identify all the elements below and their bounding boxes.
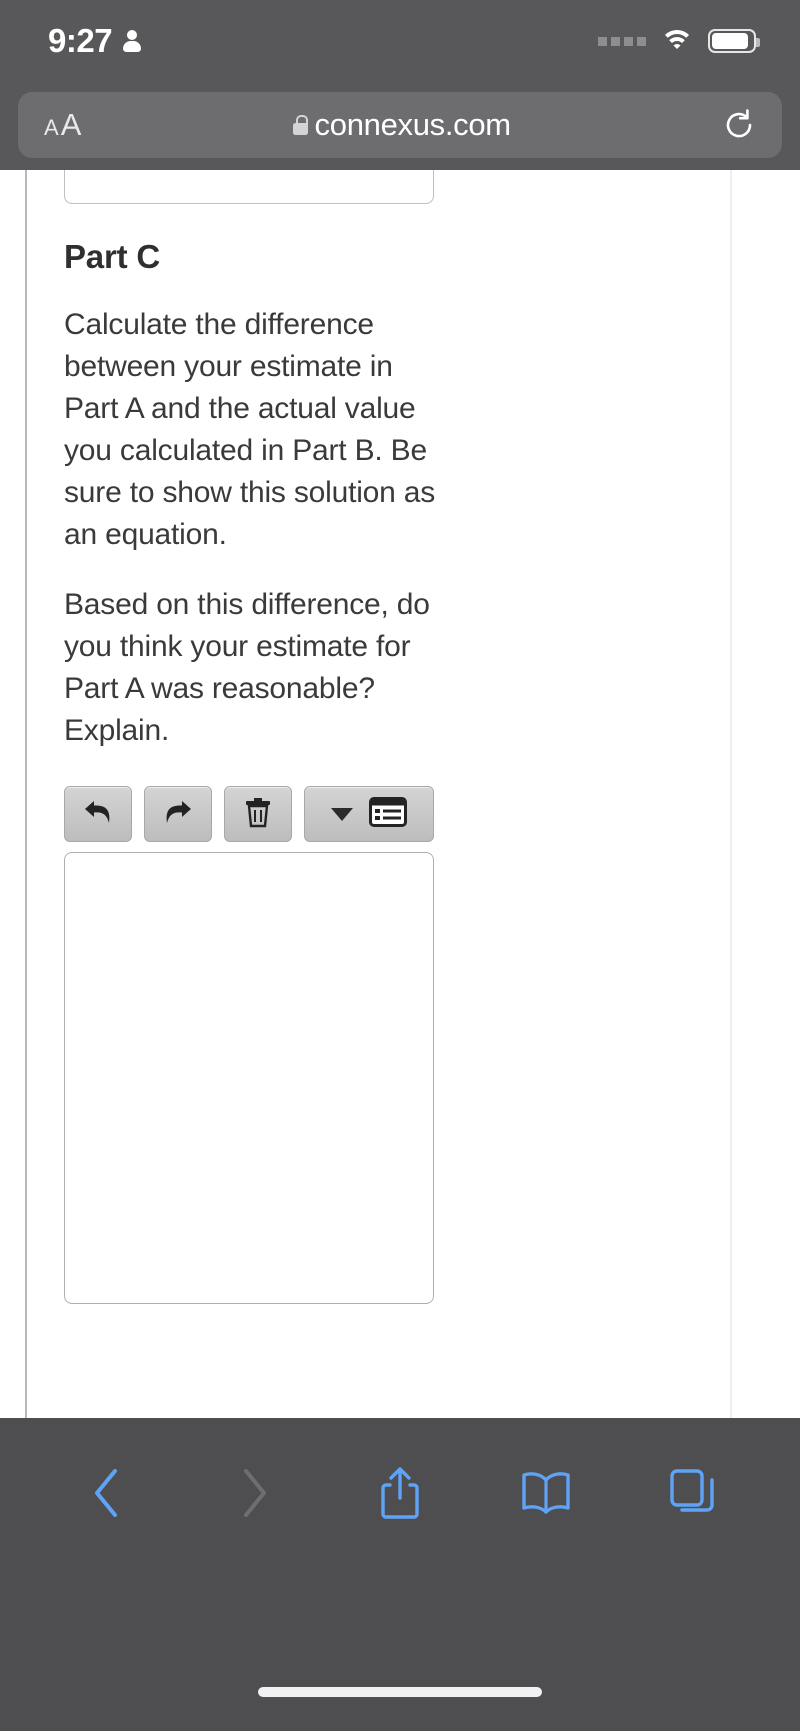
share-button[interactable] [370, 1463, 430, 1523]
redo-button[interactable] [144, 786, 212, 842]
question-content: Part C Calculate the difference between … [64, 170, 704, 1304]
web-page-content: Part C Calculate the difference between … [0, 170, 800, 1418]
previous-answer-field[interactable] [64, 170, 434, 204]
safari-toolbar-row [0, 1438, 800, 1548]
cellular-dots-icon [598, 36, 646, 46]
text-size-button[interactable]: AA [44, 107, 81, 143]
forward-button[interactable] [224, 1463, 284, 1523]
url-text: connexus.com [314, 107, 512, 142]
undo-arrow-icon [81, 797, 115, 832]
lock-icon [292, 115, 309, 135]
insert-menu-button[interactable] [304, 786, 434, 842]
safari-bottom-toolbar [0, 1418, 800, 1731]
bookmarks-button[interactable] [516, 1463, 576, 1523]
caret-down-icon [331, 807, 353, 821]
safari-top-chrome: 9:27 AA connexus.com [0, 0, 800, 170]
url-display[interactable]: connexus.com [81, 107, 722, 143]
undo-button[interactable] [64, 786, 132, 842]
list-menu-icon [369, 796, 407, 833]
battery-icon [708, 29, 760, 53]
text-size-small-letter: A [44, 115, 59, 140]
status-bar-left: 9:27 [48, 22, 142, 60]
page-right-border [730, 170, 732, 1418]
question-paragraph-1: Calculate the difference between your es… [64, 308, 436, 551]
home-indicator [258, 1687, 542, 1697]
tabs-button[interactable] [663, 1463, 723, 1523]
text-size-large-letter: A [60, 107, 82, 142]
wifi-icon [660, 28, 694, 54]
person-icon [122, 28, 142, 54]
status-bar-right [598, 28, 760, 54]
answer-textarea[interactable] [64, 852, 434, 1304]
back-button[interactable] [77, 1463, 137, 1523]
status-bar: 9:27 [0, 0, 800, 82]
question-paragraph-2: Based on this difference, do you think y… [64, 588, 430, 747]
redo-arrow-icon [161, 797, 195, 832]
url-bar[interactable]: AA connexus.com [18, 92, 782, 158]
page-title: Part C [64, 238, 160, 275]
iphone-safari-screen: 9:27 AA connexus.com Part C Calculate th… [0, 0, 800, 1731]
reload-icon[interactable] [722, 108, 756, 142]
status-clock: 9:27 [48, 22, 113, 59]
trash-icon [244, 796, 272, 833]
delete-button[interactable] [224, 786, 292, 842]
page-left-border [25, 170, 27, 1418]
editor-toolbar [64, 786, 704, 842]
